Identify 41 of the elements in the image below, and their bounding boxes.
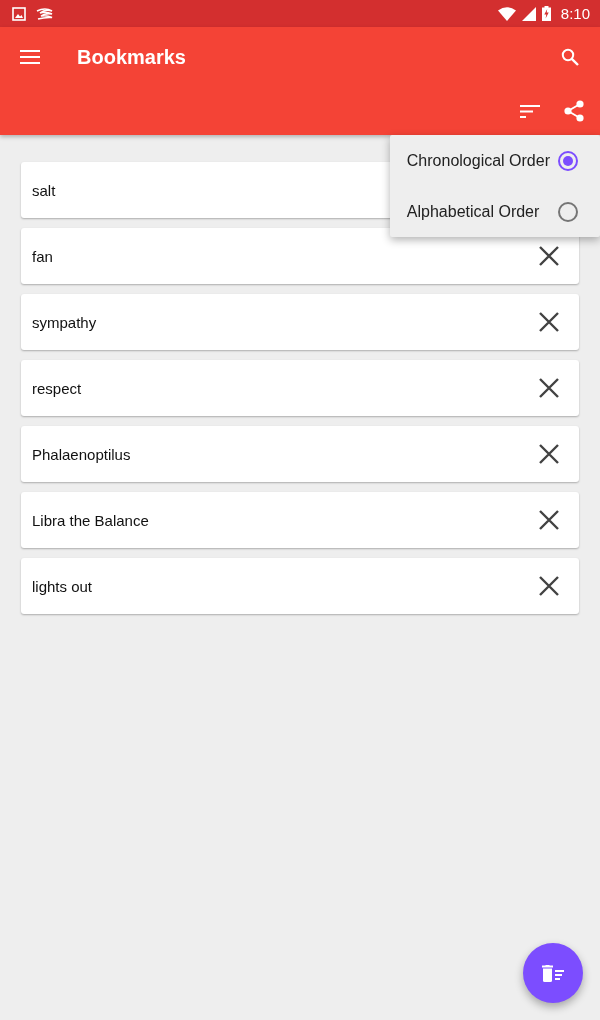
remove-button[interactable] bbox=[537, 574, 561, 598]
sort-icon bbox=[520, 104, 540, 118]
remove-button[interactable] bbox=[537, 508, 561, 532]
screen-title: Bookmarks bbox=[77, 45, 186, 69]
bookmark-card[interactable]: fan bbox=[21, 228, 579, 284]
bookmark-card[interactable]: Phalaenoptilus bbox=[21, 426, 579, 482]
clock-time: 8:10 bbox=[560, 5, 590, 22]
bookmark-card[interactable]: sympathy bbox=[21, 294, 579, 350]
close-icon bbox=[539, 444, 559, 464]
close-icon bbox=[539, 576, 559, 596]
remove-button[interactable] bbox=[537, 310, 561, 334]
close-icon bbox=[539, 510, 559, 530]
close-icon bbox=[539, 378, 559, 398]
remove-button[interactable] bbox=[537, 442, 561, 466]
image-icon bbox=[12, 6, 26, 21]
bookmark-text: fan bbox=[32, 247, 54, 265]
wifi-icon bbox=[497, 6, 516, 21]
bookmark-card[interactable]: lights out bbox=[21, 558, 579, 614]
bookmark-card[interactable]: Libra the Balance bbox=[21, 492, 579, 548]
trash-icon bbox=[542, 964, 564, 982]
battery-charging-icon bbox=[541, 6, 551, 21]
bookmark-text: respect bbox=[32, 379, 83, 397]
delete-all-button[interactable] bbox=[523, 943, 583, 1003]
bookmark-text: sympathy bbox=[32, 313, 98, 331]
swoosh-icon bbox=[36, 7, 54, 20]
bookmark-text: salt bbox=[32, 181, 57, 199]
option-label: Alphabetical Order bbox=[406, 202, 541, 221]
remove-button[interactable] bbox=[537, 244, 561, 268]
search-icon bbox=[561, 48, 579, 66]
remove-button[interactable] bbox=[537, 376, 561, 400]
bookmark-card[interactable]: respect bbox=[21, 360, 579, 416]
close-icon bbox=[539, 312, 559, 332]
signal-icon bbox=[521, 6, 536, 21]
bookmark-text: Phalaenoptilus bbox=[32, 445, 132, 463]
bookmark-text: lights out bbox=[32, 577, 94, 595]
menu-icon bbox=[20, 50, 40, 64]
bookmark-text: Libra the Balance bbox=[32, 511, 150, 529]
share-icon bbox=[564, 100, 584, 122]
radio-selected-icon[interactable] bbox=[558, 150, 578, 171]
close-icon bbox=[539, 246, 559, 266]
radio-empty-icon[interactable] bbox=[558, 201, 578, 222]
